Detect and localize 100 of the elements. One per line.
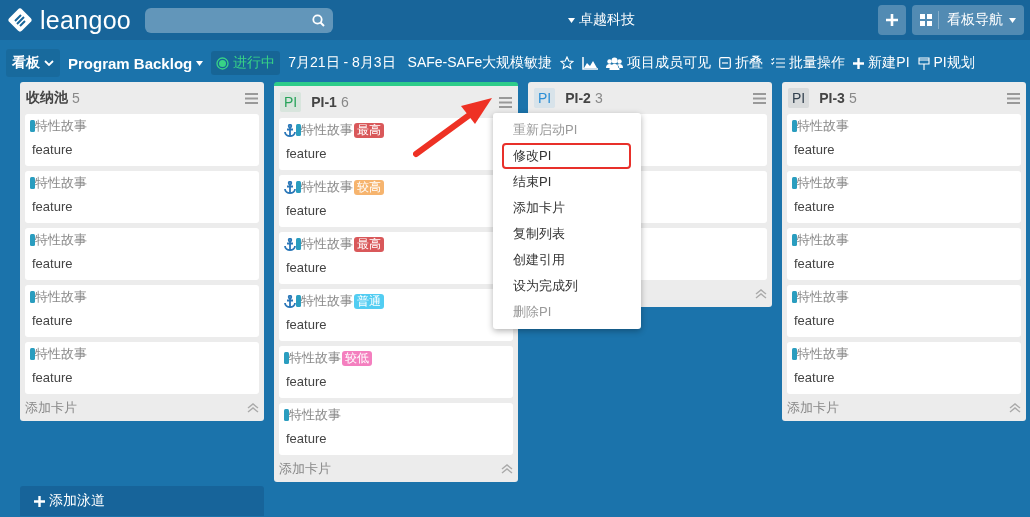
menu-item[interactable]: 修改PI: [502, 143, 631, 169]
pin-icon: [917, 56, 930, 70]
priority-tag: 最高: [354, 122, 384, 138]
card-type: 特性故事: [797, 174, 849, 192]
caret-icon: [568, 17, 575, 23]
type-marker-icon: [792, 177, 797, 189]
column-title: 收纳池: [26, 89, 68, 107]
type-marker-icon: [30, 120, 35, 132]
priority-tag: 较高: [354, 179, 384, 195]
feature-card[interactable]: 特性故事 feature: [279, 403, 513, 455]
visibility-button[interactable]: 项目成员可见: [606, 54, 712, 72]
logo-text: leangoo: [40, 5, 132, 35]
card-title: feature: [285, 146, 328, 161]
card-type: 特性故事: [797, 231, 849, 249]
priority-tag: 最高: [354, 236, 384, 252]
card-type: 特性故事: [35, 288, 87, 306]
card-title: feature: [285, 317, 328, 332]
pi-tag: PI: [534, 88, 556, 108]
pi-plan-button[interactable]: PI规划: [917, 54, 975, 72]
checklist-icon: [771, 57, 786, 69]
workspace-name[interactable]: 卓越科技: [579, 11, 635, 29]
type-marker-icon: [792, 348, 797, 360]
status-badge: 进行中: [211, 51, 281, 75]
card-title: feature: [793, 313, 836, 328]
search-icon: [312, 13, 326, 27]
type-marker-icon: [30, 291, 35, 303]
card-title: feature: [285, 260, 328, 275]
card-type: 特性故事: [301, 292, 353, 310]
plus-icon: [853, 57, 865, 69]
card-title: feature: [31, 199, 74, 214]
caret-icon: [196, 60, 204, 66]
priority-tag: 较低: [342, 350, 372, 366]
add-swimlane-button[interactable]: 添加泳道: [20, 486, 264, 516]
batch-button[interactable]: 批量操作: [771, 54, 846, 72]
card-count: 5: [848, 90, 857, 106]
star-icon[interactable]: [560, 56, 575, 70]
people-icon: [606, 56, 624, 70]
card-type: 特性故事: [301, 235, 353, 253]
card-title: feature: [31, 256, 74, 271]
type-marker-icon: [296, 124, 301, 136]
type-marker-icon: [792, 291, 797, 303]
feature-card[interactable]: 特性故事 普通 feature: [279, 289, 513, 341]
card-title: feature: [285, 374, 328, 389]
card-type: 特性故事: [797, 117, 849, 135]
card-type: 特性故事: [797, 345, 849, 363]
board-dropdown[interactable]: Program Backlog: [68, 54, 204, 72]
caret-icon: [1009, 17, 1016, 23]
pi-tag: PI: [788, 88, 810, 108]
chart-icon[interactable]: [582, 56, 599, 70]
collapse-button[interactable]: 折叠: [719, 54, 764, 72]
card-count: 5: [72, 90, 80, 106]
card-type: 特性故事: [301, 178, 353, 196]
card-type: 特性故事: [35, 174, 87, 192]
type-marker-icon: [296, 238, 301, 250]
card-title: feature: [793, 199, 836, 214]
add-button[interactable]: [878, 5, 906, 35]
type-marker-icon: [30, 348, 35, 360]
type-marker-icon: [792, 120, 797, 132]
type-marker-icon: [30, 234, 35, 246]
plus-icon: [34, 495, 45, 507]
view-dropdown[interactable]: 看板: [6, 49, 60, 77]
card-title: feature: [31, 313, 74, 328]
grid-icon: [920, 14, 932, 26]
card-type: 特性故事: [35, 117, 87, 135]
card-type: 特性故事: [35, 231, 87, 249]
type-marker-icon: [792, 234, 797, 246]
card-count: 6: [340, 94, 349, 110]
card-type: 特性故事: [301, 121, 353, 139]
card-title: feature: [31, 142, 74, 157]
card-title: feature: [793, 256, 836, 271]
collapse-box-icon: [719, 57, 732, 69]
board-nav-button[interactable]: 看板导航: [912, 5, 1024, 35]
card-type: 特性故事: [35, 345, 87, 363]
card-type: 特性故事: [289, 406, 341, 424]
status-icon: [216, 56, 230, 70]
column-title: PI-1: [311, 94, 337, 110]
plus-icon: [886, 14, 898, 26]
type-marker-icon: [296, 181, 301, 193]
type-marker-icon: [284, 409, 289, 421]
menu-icon[interactable]: [499, 96, 512, 108]
search-field[interactable]: [145, 7, 334, 33]
new-pi-button[interactable]: 新建PI: [853, 54, 910, 72]
card-title: feature: [31, 370, 74, 385]
column-title: PI-2: [565, 90, 591, 106]
pi-tag: PI: [280, 92, 302, 112]
card-count: 3: [594, 90, 603, 106]
type-marker-icon: [296, 295, 301, 307]
collapse-icon[interactable]: [501, 463, 513, 474]
card-type: 特性故事: [289, 349, 341, 367]
card-type: 特性故事: [797, 288, 849, 306]
chevron-icon: [44, 60, 54, 66]
card-title: feature: [793, 142, 836, 157]
priority-tag: 普通: [354, 293, 384, 309]
type-marker-icon: [30, 177, 35, 189]
card-title: feature: [793, 370, 836, 385]
feature-card[interactable]: 特性故事 较低 feature: [279, 346, 513, 398]
type-marker-icon: [284, 352, 289, 364]
date-range: 7月21日 - 8月3日: [288, 54, 396, 72]
template-name: SAFe-SAFe大规模敏捷: [407, 54, 553, 72]
column-title: PI-3: [819, 90, 845, 106]
